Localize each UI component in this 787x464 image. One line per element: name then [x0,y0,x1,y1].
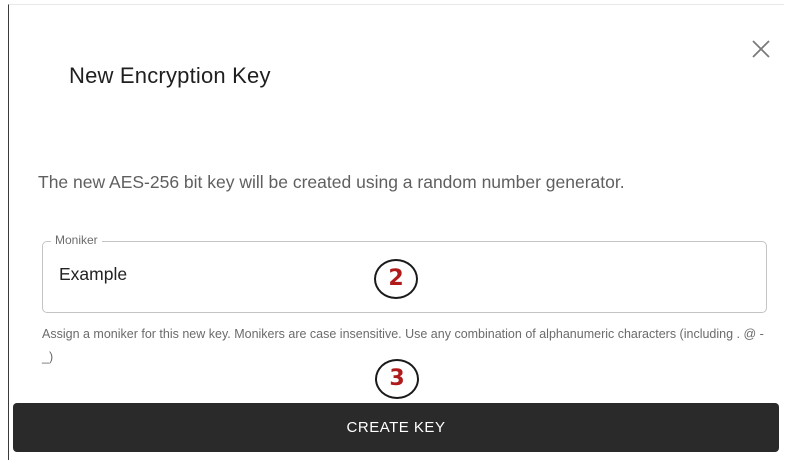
callout-2: 2 [374,259,418,299]
callout-3: 3 [375,359,419,399]
moniker-label: Moniker [51,233,102,247]
create-key-button[interactable]: CREATE KEY [13,403,779,452]
new-encryption-key-dialog: New Encryption Key The new AES-256 bit k… [8,4,784,460]
dialog-title: New Encryption Key [69,63,271,88]
dialog-description: The new AES-256 bit key will be created … [38,172,625,192]
close-icon[interactable] [749,37,773,61]
